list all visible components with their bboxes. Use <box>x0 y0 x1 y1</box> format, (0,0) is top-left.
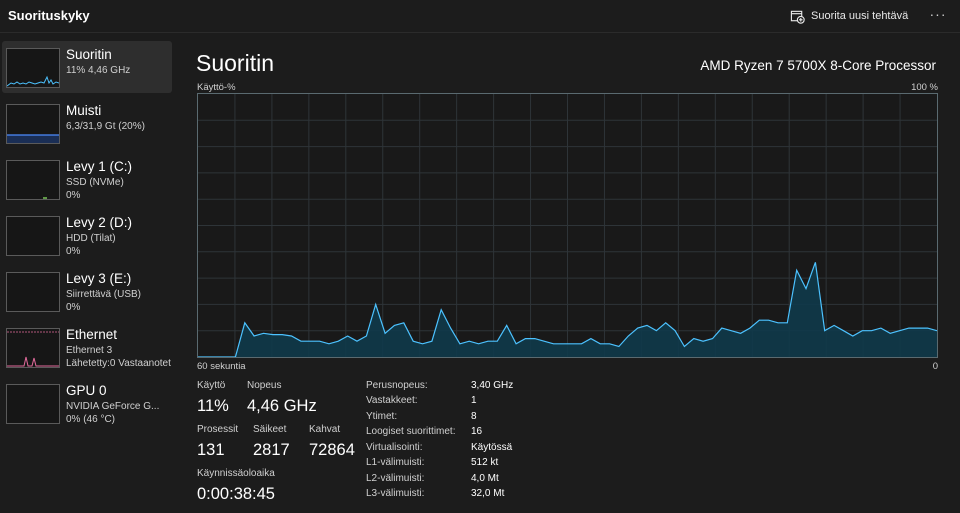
graph-y-max-label: 100 % <box>911 82 938 93</box>
run-task-icon <box>790 10 805 24</box>
sidebar-item-detail: Siirrettävä (USB) <box>66 289 142 300</box>
processor-name: AMD Ryzen 7 5700X 8-Core Processor <box>700 58 936 73</box>
app-title: Suorituskyky <box>8 8 90 23</box>
spec-base-speed-value: 3,40 GHz <box>471 380 514 391</box>
sidebar-item-usage: 0% (46 °C) <box>66 414 116 425</box>
cpu-usage-graph <box>197 93 938 358</box>
sidebar-item-detail: NVIDIA GeForce G... <box>66 401 160 412</box>
graph-x-right-label: 0 <box>932 361 938 372</box>
resource-sidebar: Suoritin 11% 4,46 GHz Muisti 6,3/31,9 Gt… <box>0 34 180 513</box>
page-title: Suoritin <box>196 50 274 76</box>
graph-y-axis-label: Käyttö-% <box>197 82 236 93</box>
spec-logical-processors-value: 16 <box>471 426 483 437</box>
sidebar-item-usage: 0% <box>66 190 81 201</box>
spec-l2-cache-value: 4,0 Mt <box>471 473 499 484</box>
cpu-usage-svg <box>198 94 937 357</box>
uptime-label: Käynnissäoloaika <box>197 468 275 479</box>
sidebar-item-name: Levy 2 (D:) <box>66 215 133 230</box>
handles-value: 72864 <box>309 441 355 459</box>
run-new-task-label: Suorita uusi tehtävä <box>811 10 909 22</box>
spec-l3-cache-label: L3-välimuisti: <box>366 488 425 499</box>
cpu-detail-panel: Suoritin AMD Ryzen 7 5700X 8-Core Proces… <box>180 34 960 513</box>
spec-l2-cache-label: L2-välimuisti: <box>366 473 425 484</box>
more-options-icon[interactable]: ··· <box>928 5 948 25</box>
threads-label: Säikeet <box>253 424 287 435</box>
speed-label: Nopeus <box>247 380 282 391</box>
disk1-thumbnail-graph <box>6 160 60 200</box>
ethernet-thumbnail-line <box>7 331 59 367</box>
handles-label: Kahvat <box>309 424 341 435</box>
sidebar-item-usage: 0% <box>66 302 81 313</box>
run-new-task-button[interactable]: Suorita uusi tehtävä <box>790 6 908 26</box>
spec-l3-cache-value: 32,0 Mt <box>471 488 505 499</box>
disk3-thumbnail-graph <box>6 272 60 312</box>
sidebar-item-name: Levy 3 (E:) <box>66 271 132 286</box>
sidebar-item-disk-2[interactable]: Levy 2 (D:) HDD (Tilat) 0% <box>2 209 172 261</box>
sidebar-item-detail: HDD (Tilat) <box>66 233 116 244</box>
sidebar-item-name: Levy 1 (C:) <box>66 159 133 174</box>
ethernet-thumbnail-graph <box>6 328 60 368</box>
sidebar-item-disk-3[interactable]: Levy 3 (E:) Siirrettävä (USB) 0% <box>2 265 172 317</box>
processes-label: Prosessit <box>197 424 239 435</box>
disk2-thumbnail-graph <box>6 216 60 256</box>
memory-thumbnail-fill <box>7 134 59 143</box>
sidebar-item-ethernet[interactable]: Ethernet Ethernet 3 Lähetetty:0 Vastaano… <box>2 321 172 373</box>
sidebar-item-memory[interactable]: Muisti 6,3/31,9 Gt (20%) <box>2 97 172 149</box>
sidebar-item-disk-1[interactable]: Levy 1 (C:) SSD (NVMe) 0% <box>2 153 172 205</box>
processes-value: 131 <box>197 441 225 459</box>
graph-x-left-label: 60 sekuntia <box>197 361 246 372</box>
spec-virtualization-label: Virtualisointi: <box>366 442 423 453</box>
spec-cores-label: Ytimet: <box>366 411 398 422</box>
sidebar-item-cpu[interactable]: Suoritin 11% 4,46 GHz <box>2 41 172 93</box>
spec-l1-cache-label: L1-välimuisti: <box>366 457 425 468</box>
sidebar-item-gpu[interactable]: GPU 0 NVIDIA GeForce G... 0% (46 °C) <box>2 377 172 429</box>
spec-virtualization-value: Käytössä <box>471 442 513 453</box>
sidebar-item-detail: 6,3/31,9 Gt (20%) <box>66 121 145 132</box>
spec-sockets-value: 1 <box>471 395 477 406</box>
gpu-thumbnail-graph <box>6 384 60 424</box>
speed-value: 4,46 GHz <box>247 397 317 415</box>
spec-logical-processors-label: Loogiset suorittimet: <box>366 426 456 437</box>
sidebar-item-name: GPU 0 <box>66 383 107 398</box>
sidebar-item-detail: 11% 4,46 GHz <box>66 65 131 76</box>
memory-thumbnail-graph <box>6 104 60 144</box>
graph-grid <box>198 94 937 357</box>
sidebar-item-usage: Lähetetty:0 Vastaanotet <box>66 358 171 369</box>
sidebar-item-name: Suoritin <box>66 47 112 62</box>
cpu-thumbnail-graph <box>6 48 60 88</box>
uptime-value: 0:00:38:45 <box>197 485 275 503</box>
threads-value: 2817 <box>253 441 290 459</box>
sidebar-item-detail: SSD (NVMe) <box>66 177 124 188</box>
cpu-thumbnail-line <box>7 75 59 87</box>
disk1-thumbnail-line <box>43 197 47 199</box>
spec-l1-cache-value: 512 kt <box>471 457 499 468</box>
spec-base-speed-label: Perusnopeus: <box>366 380 428 391</box>
sidebar-item-name: Ethernet <box>66 327 118 342</box>
sidebar-item-name: Muisti <box>66 103 102 118</box>
sidebar-item-usage: 0% <box>66 246 81 257</box>
title-bar: Suorituskyky Suorita uusi tehtävä ··· <box>0 0 960 33</box>
usage-value: 11% <box>197 397 229 415</box>
spec-sockets-label: Vastakkeet: <box>366 395 418 406</box>
spec-cores-value: 8 <box>471 411 477 422</box>
usage-label: Käyttö <box>197 380 226 391</box>
sidebar-item-detail: Ethernet 3 <box>66 345 113 356</box>
